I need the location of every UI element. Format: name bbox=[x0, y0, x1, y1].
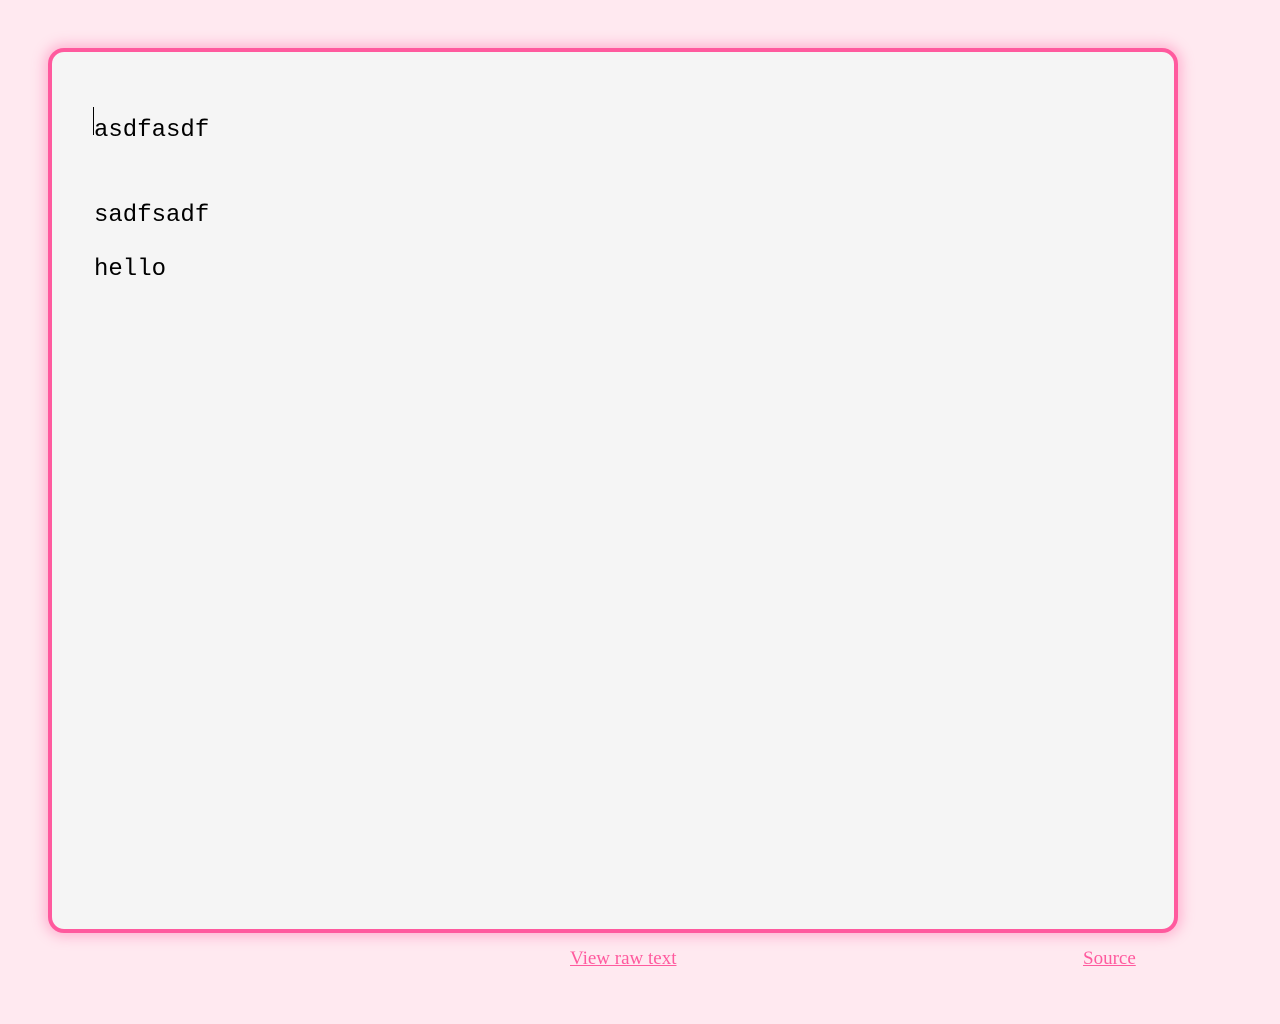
source-link[interactable]: Source bbox=[1083, 948, 1136, 970]
footer-links: View raw text Source bbox=[0, 940, 1280, 980]
content-line-3: hello bbox=[94, 256, 1132, 285]
content-line-2: sadfsadf bbox=[94, 202, 1132, 231]
text-cursor bbox=[93, 107, 94, 135]
view-raw-text-link[interactable]: View raw text bbox=[570, 948, 677, 970]
content-panel: asdfasdf sadfsadf hello bbox=[48, 48, 1178, 933]
content-text[interactable]: asdfasdf sadfsadf hello bbox=[94, 88, 1132, 285]
content-line-1: asdfasdf bbox=[94, 117, 1132, 146]
